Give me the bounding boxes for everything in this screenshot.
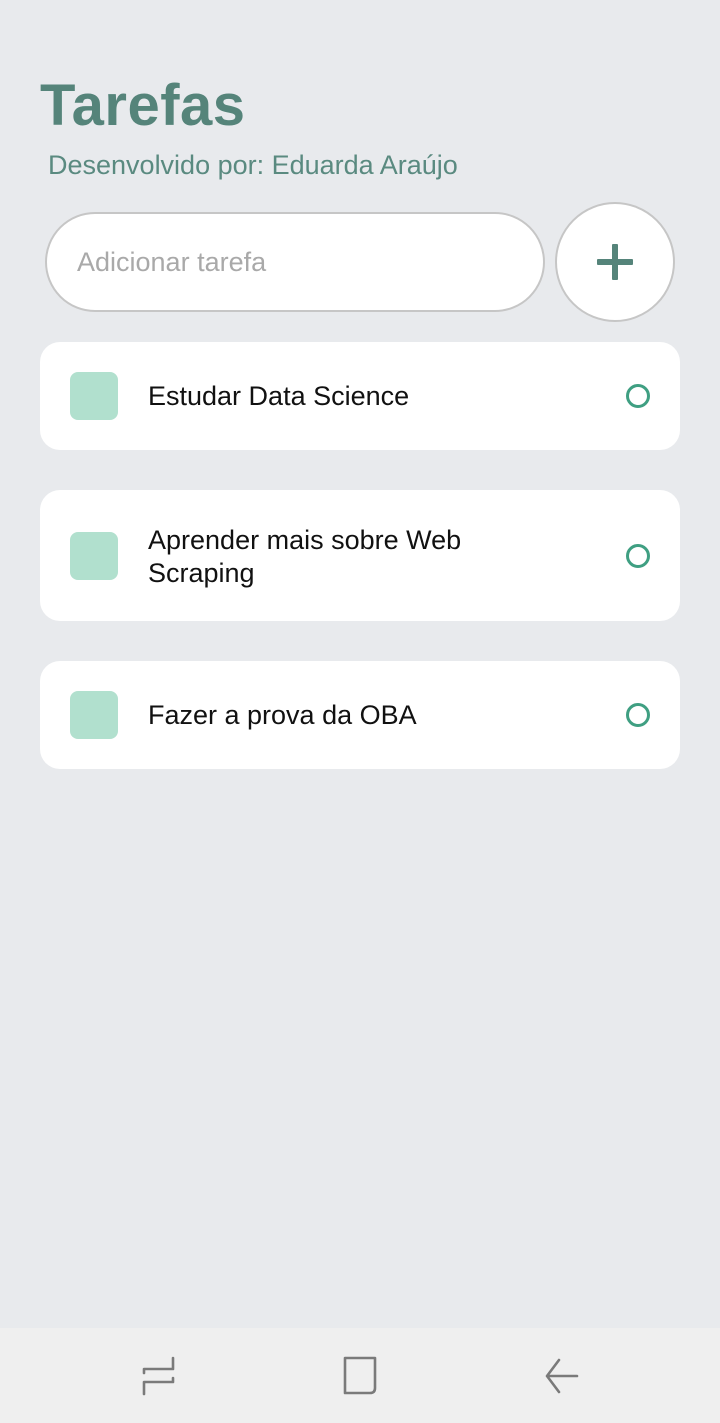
task-square [70, 532, 118, 580]
page-title: Tarefas [40, 73, 246, 138]
page-subtitle: Desenvolvido por: Eduarda Araújo [48, 150, 458, 180]
back-button[interactable] [537, 1352, 585, 1400]
task-status-circle[interactable] [626, 544, 650, 568]
task-status-circle[interactable] [626, 703, 650, 727]
task-item[interactable]: Aprender mais sobre Web Scraping [40, 490, 680, 621]
back-icon [545, 1358, 579, 1394]
app-screen: Tarefas Desenvolvido por: Eduarda Araújo… [0, 0, 720, 1328]
task-input[interactable] [47, 214, 543, 310]
system-nav-bar [0, 1328, 720, 1423]
task-square [70, 691, 118, 739]
task-status-circle[interactable] [626, 384, 650, 408]
task-text: Aprender mais sobre Web Scraping [148, 525, 462, 588]
task-text: Estudar Data Science [148, 381, 410, 411]
task-item[interactable]: Fazer a prova da OBA [40, 661, 680, 769]
task-square [70, 372, 118, 420]
recent-apps-icon [142, 1356, 175, 1396]
task-text: Fazer a prova da OBA [148, 700, 417, 730]
task-item[interactable]: Estudar Data Science [40, 342, 680, 450]
plus-icon [597, 244, 633, 280]
recent-apps-button[interactable] [135, 1352, 183, 1400]
home-button[interactable] [336, 1352, 384, 1400]
home-icon [343, 1356, 377, 1395]
task-input-container [45, 212, 545, 312]
add-task-button[interactable] [555, 202, 675, 322]
